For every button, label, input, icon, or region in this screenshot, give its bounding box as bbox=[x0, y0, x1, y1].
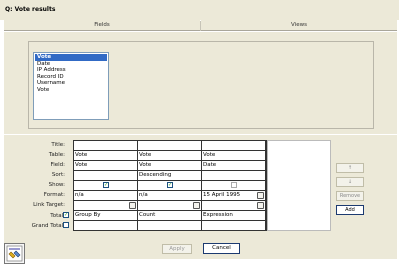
grid-scroll-area[interactable] bbox=[267, 140, 331, 231]
grid-divider bbox=[74, 220, 266, 221]
grid-cell-sort[interactable]: Descending bbox=[138, 171, 201, 179]
row-label-link-target: Link Target: bbox=[33, 202, 65, 208]
grid-cell-title[interactable] bbox=[138, 141, 201, 149]
move-up-button[interactable]: ↑ bbox=[336, 163, 364, 173]
grid-cell-format[interactable]: n/a bbox=[138, 191, 201, 199]
show-checkbox[interactable] bbox=[231, 182, 237, 188]
query-window: Q: Vote results Fields Views Vote Date I… bbox=[0, 0, 399, 274]
design-grid: Vote Vote ✓ n/a Group By Vote Vote Desce… bbox=[73, 140, 267, 231]
tab-views[interactable]: Views bbox=[201, 20, 397, 31]
grid-cell-sort[interactable] bbox=[202, 171, 265, 179]
grid-cell-total[interactable]: Expression bbox=[202, 211, 265, 219]
row-label-table: Table: bbox=[48, 152, 65, 158]
query-tool-icon bbox=[6, 245, 23, 262]
remove-button[interactable]: Remove bbox=[336, 191, 364, 201]
total-checkbox[interactable]: ✓ bbox=[63, 212, 69, 218]
grid-cell-format[interactable]: 15 April 1995 bbox=[202, 191, 258, 199]
row-label-field: Field: bbox=[50, 162, 65, 168]
row-label-format: Format: bbox=[43, 192, 65, 198]
add-button[interactable]: Add bbox=[336, 205, 364, 215]
show-checkbox[interactable]: ✓ bbox=[167, 182, 173, 188]
show-checkbox[interactable]: ✓ bbox=[103, 182, 109, 188]
grid-cell-field[interactable]: Date bbox=[202, 161, 265, 169]
fields-pane: Vote Date IP Address Record ID Username … bbox=[28, 41, 374, 129]
link-target-button[interactable] bbox=[129, 202, 136, 209]
window-title: Q: Vote results bbox=[5, 6, 56, 13]
fields-panel: Vote Date IP Address Record ID Username … bbox=[4, 32, 397, 134]
grid-cell-title[interactable] bbox=[74, 141, 137, 149]
row-label-title: Title: bbox=[51, 142, 65, 148]
row-label-sort: Sort: bbox=[51, 172, 65, 178]
format-button[interactable] bbox=[257, 192, 264, 199]
link-target-button[interactable] bbox=[257, 202, 264, 209]
design-panel: Title: Table: Field: Sort: Show: Format:… bbox=[4, 135, 397, 259]
grid-cell-sort[interactable] bbox=[74, 171, 137, 179]
grid-cell-field[interactable]: Vote bbox=[74, 161, 137, 169]
grid-cell-title[interactable] bbox=[202, 141, 265, 149]
field-list[interactable]: Vote Date IP Address Record ID Username … bbox=[33, 52, 109, 120]
grid-divider bbox=[265, 141, 266, 230]
grid-cell-format[interactable]: n/a bbox=[74, 191, 137, 199]
grid-cell-total[interactable]: Count bbox=[138, 211, 201, 219]
cancel-button[interactable]: Cancel bbox=[203, 243, 240, 254]
row-label-show: Show: bbox=[48, 182, 65, 188]
row-label-grand-total: Grand Total: bbox=[31, 223, 65, 229]
grand-total-checkbox[interactable] bbox=[63, 222, 69, 228]
grid-divider bbox=[74, 180, 266, 181]
link-target-button[interactable] bbox=[193, 202, 200, 209]
grid-cell-table[interactable]: Vote bbox=[74, 151, 137, 159]
title-bar: Q: Vote results bbox=[0, 0, 399, 20]
apply-button[interactable]: Apply bbox=[162, 244, 192, 254]
tab-fields[interactable]: Fields bbox=[4, 20, 200, 31]
app-icon[interactable] bbox=[4, 243, 25, 264]
grid-cell-total[interactable]: Group By bbox=[74, 211, 137, 219]
move-down-button[interactable]: ↓ bbox=[336, 177, 364, 187]
grid-divider bbox=[74, 200, 266, 201]
grid-cell-table[interactable]: Vote bbox=[138, 151, 201, 159]
grid-cell-table[interactable]: Vote bbox=[202, 151, 265, 159]
list-item[interactable]: Vote bbox=[35, 87, 107, 94]
grid-cell-field[interactable]: Vote bbox=[138, 161, 201, 169]
